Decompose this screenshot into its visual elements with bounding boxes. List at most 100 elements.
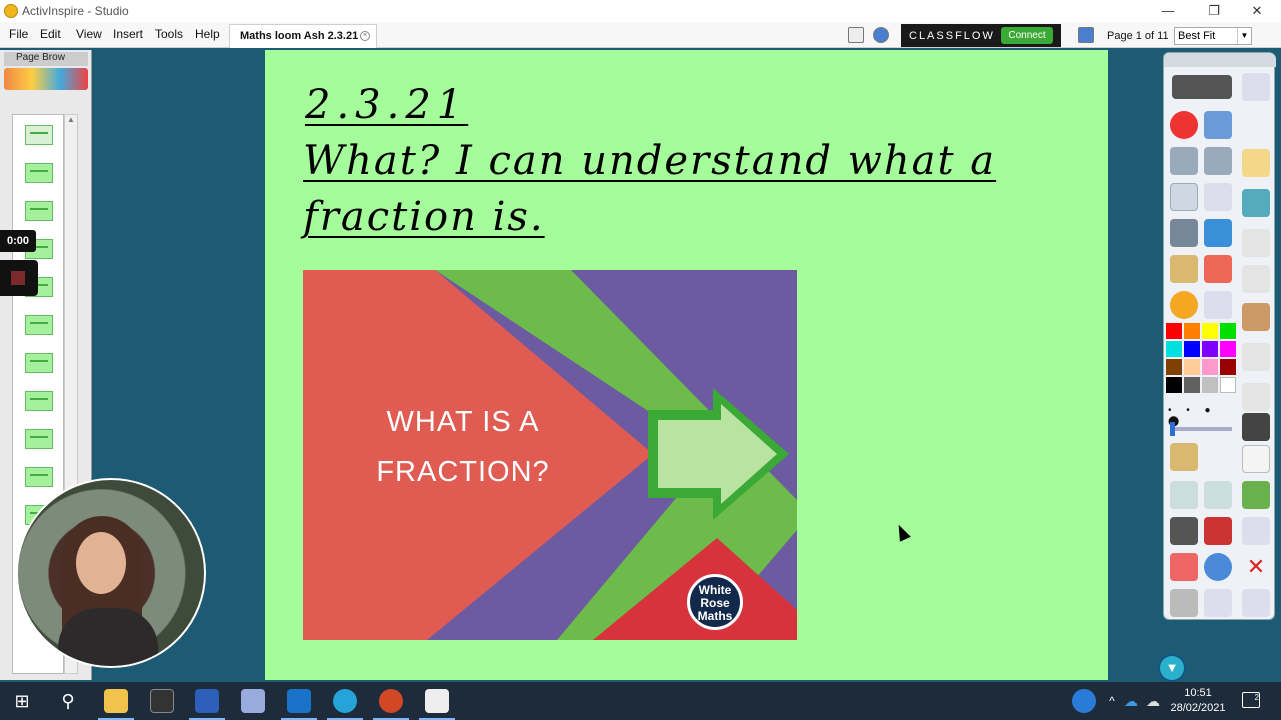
color-swatch[interactable] [1202,359,1218,375]
clipboard-icon[interactable] [1242,589,1270,617]
outlook-icon[interactable] [281,689,317,720]
menu-insert[interactable]: Insert [113,27,143,41]
page-view-icon[interactable] [848,27,864,43]
close-button[interactable]: ✕ [1242,2,1272,20]
color-swatch[interactable] [1166,377,1182,393]
classflow-connect-button[interactable]: Connect [1001,27,1053,44]
color-swatch[interactable] [1166,341,1182,357]
page-thumbnail[interactable] [25,467,53,487]
layer-up-icon[interactable] [1242,189,1270,217]
notification-icon[interactable]: 2 [1242,692,1260,708]
color-swatch[interactable] [1166,323,1182,339]
color-swatch[interactable] [1166,359,1182,375]
previous-page-icon[interactable] [1170,147,1198,175]
what-is-a-fraction-image[interactable]: WHAT IS A FRACTION? White Rose Maths [303,270,797,640]
tab-close-icon[interactable]: × [360,31,370,41]
delete-icon[interactable]: ✕ [1242,553,1270,581]
screen-shade-icon[interactable] [1170,517,1198,545]
color-picker-icon[interactable] [1170,291,1198,319]
color-swatch[interactable] [1202,377,1218,393]
word-icon[interactable] [189,689,225,720]
color-swatch[interactable] [1184,341,1200,357]
toolbox-collapse-button[interactable]: ▼ [1158,654,1186,682]
system-clock[interactable]: 10:51 28/02/2021 [1166,686,1230,716]
edge-icon[interactable] [327,689,363,720]
page-thumbnail[interactable] [25,353,53,373]
text-tool-icon[interactable] [1204,183,1232,211]
page-thumbnail[interactable] [25,391,53,411]
page-thumbnail[interactable] [25,429,53,449]
color-swatch[interactable] [1184,359,1200,375]
new-page-icon[interactable] [1242,445,1270,473]
dual-user-icon[interactable] [1242,73,1270,101]
zoom-select[interactable]: Best Fit ▼ [1174,27,1252,45]
sims-icon[interactable] [150,689,174,713]
copy-icon[interactable] [1242,383,1270,411]
menu-edit[interactable]: Edit [40,27,61,41]
save-icon[interactable] [1242,413,1270,441]
fill-tool-icon[interactable] [1170,255,1198,283]
color-swatch[interactable] [1202,323,1218,339]
activote-icon[interactable] [873,27,889,43]
cloud-icon[interactable]: ☁ [1146,689,1164,713]
magnifier-icon[interactable] [1170,589,1198,617]
color-swatch[interactable] [1220,359,1236,375]
snipping-tool-icon[interactable] [241,689,265,713]
layer-icon[interactable] [1242,229,1270,257]
web-browser-icon[interactable] [1204,553,1232,581]
chevron-up-icon[interactable]: ^ [1100,689,1124,713]
duplicate-icon[interactable] [1242,343,1270,371]
windows-start-icon[interactable]: ⊞ [10,689,34,713]
maximize-button[interactable]: ❐ [1199,2,1229,20]
pen-mode-icon[interactable] [1242,149,1270,177]
color-swatch[interactable] [1220,341,1236,357]
pen-width-slider[interactable] [1170,422,1232,436]
color-swatch[interactable] [1220,323,1236,339]
handwriting-recognition-icon[interactable] [1204,589,1232,617]
page-thumbnail[interactable] [25,315,53,335]
page-thumbnail[interactable] [25,125,53,145]
page-thumbnail[interactable] [25,163,53,183]
menu-help[interactable]: Help [195,27,220,41]
select-tool-icon[interactable] [1170,183,1198,211]
help-icon[interactable] [1072,689,1096,713]
flipchart-page[interactable]: 2.3.21 What? I can understand what a fra… [265,50,1108,680]
onedrive-icon[interactable]: ☁ [1124,689,1142,713]
magic-wand-icon[interactable] [1204,111,1232,139]
resources-icon[interactable] [1170,553,1198,581]
menu-file[interactable]: File [9,27,28,41]
browser-tools-icon[interactable] [4,68,88,90]
pen-width-dots[interactable]: • • ● ⬤ [1168,405,1238,427]
color-swatch[interactable] [1220,377,1236,393]
powerpoint-icon[interactable] [373,689,409,720]
activinspire-taskbar-icon[interactable] [419,689,455,720]
share-icon[interactable] [1172,75,1232,99]
record-icon[interactable] [1170,111,1198,139]
group-icon[interactable] [1242,265,1270,293]
link-icon[interactable] [1242,517,1270,545]
menu-tools[interactable]: Tools [155,27,183,41]
search-icon[interactable]: ⚲ [56,689,80,713]
undo-icon[interactable] [1170,481,1198,509]
color-swatch[interactable] [1184,377,1200,393]
chevron-down-icon[interactable]: ▼ [1237,28,1251,44]
color-swatch[interactable] [1202,341,1218,357]
eraser-tool-icon[interactable] [1204,255,1232,283]
document-tab[interactable]: Maths loom Ash 2.3.21 × [229,24,377,48]
highlighter-tool-icon[interactable] [1204,219,1232,247]
dice-icon[interactable] [1204,517,1232,545]
image-icon[interactable] [1242,481,1270,509]
pen-tool-icon[interactable] [1170,219,1198,247]
page-thumbnail[interactable] [25,201,53,221]
minimize-button[interactable]: — [1153,2,1183,20]
network-icon[interactable] [1078,27,1094,43]
file-explorer-icon[interactable] [98,689,134,720]
next-page-icon[interactable] [1204,147,1232,175]
stop-recording-button[interactable] [0,260,38,296]
shape-tool-icon[interactable] [1204,291,1232,319]
redo-icon[interactable] [1204,481,1232,509]
menu-view[interactable]: View [76,27,102,41]
clapperboard-icon[interactable] [1170,443,1198,471]
color-swatch[interactable] [1184,323,1200,339]
edit-icon[interactable] [1242,303,1270,331]
